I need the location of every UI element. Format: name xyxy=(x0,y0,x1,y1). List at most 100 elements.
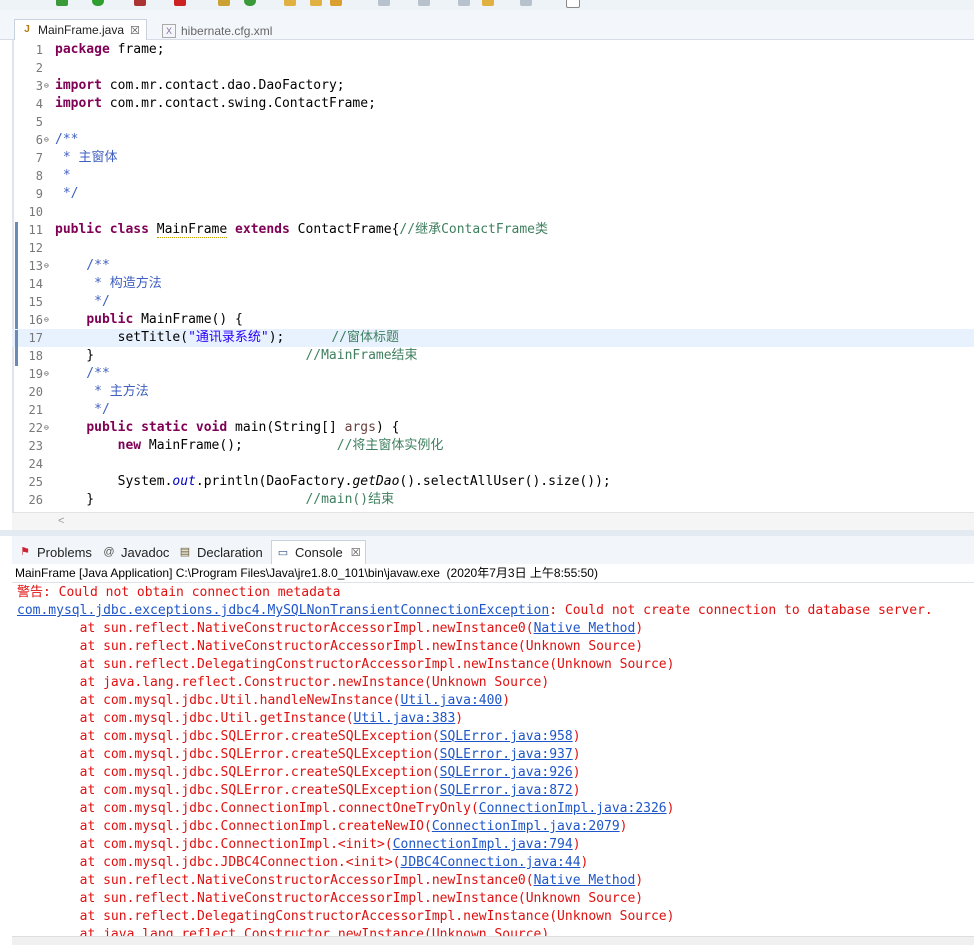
stack-link[interactable]: SQLError.java:937 xyxy=(440,747,573,762)
tab-hibernate-cfg-xml[interactable]: X hibernate.cfg.xml xyxy=(156,19,278,42)
code-line: 24 xyxy=(28,457,43,471)
stack-link[interactable]: ConnectionImpl.java:2079 xyxy=(432,819,620,834)
fold-toggle-icon[interactable]: ⊖ xyxy=(44,311,49,329)
open-type-icon[interactable] xyxy=(284,0,296,6)
console-line: at com.mysql.jdbc.SQLError.createSQLExce… xyxy=(17,747,581,762)
code-line: 25 System.out.println(DaoFactory.getDao(… xyxy=(28,474,611,489)
code-line: 22 ⊖ public static void main(String[] arg… xyxy=(28,419,400,437)
java-file-icon: J xyxy=(24,24,30,35)
fold-toggle-icon[interactable]: ⊖ xyxy=(44,365,49,383)
console-line: 警告: Could not obtain connection metadata xyxy=(17,585,341,600)
code-line: 15 */ xyxy=(12,293,974,312)
console-output[interactable]: MainFrame [Java Application] C:\Program … xyxy=(12,564,974,936)
console-line: at com.mysql.jdbc.Util.getInstance(Util.… xyxy=(17,711,464,726)
back-icon[interactable] xyxy=(458,0,470,6)
code-line: 14 * 构造方法 xyxy=(12,275,974,294)
tab-label: MainFrame.java xyxy=(38,23,125,37)
code-line: 1 package frame; xyxy=(35,42,165,57)
current-code-line: 17 setTitle("通讯录系统"); //窗体标题 xyxy=(12,329,974,348)
code-line: 10 xyxy=(28,205,43,219)
declaration-icon: ▤ xyxy=(179,546,191,558)
exception-link[interactable]: com.mysql.jdbc.exceptions.jdbc4.MySQLNon… xyxy=(17,603,549,618)
stack-link[interactable]: ConnectionImpl.java:794 xyxy=(393,837,573,852)
stack-link[interactable]: SQLError.java:926 xyxy=(440,765,573,780)
console-line: at com.mysql.jdbc.ConnectionImpl.createN… xyxy=(17,819,628,834)
code-line: 4 import com.mr.contact.swing.ContactFram… xyxy=(35,96,376,111)
code-line: 13 ⊖ /** xyxy=(12,257,974,276)
fold-toggle-icon[interactable]: ⊖ xyxy=(44,131,49,149)
annotation-icon[interactable] xyxy=(378,0,390,6)
code-editor[interactable]: 1 package frame; 2 3 ⊖ import com.mr.contac… xyxy=(12,40,974,530)
code-line: 18 } //MainFrame结束 xyxy=(12,347,974,366)
javadoc-icon: @ xyxy=(103,546,115,558)
stack-link[interactable]: Native Method xyxy=(534,621,636,636)
console-icon: ▭ xyxy=(277,546,289,559)
pin-editor-icon[interactable] xyxy=(566,0,580,8)
new-package-icon[interactable] xyxy=(218,0,230,6)
code-line: 8 * xyxy=(35,168,71,183)
code-line: 3 ⊖ import com.mr.contact.dao.DaoFactory; xyxy=(35,77,345,95)
console-line: at com.mysql.jdbc.Util.handleNewInstance… xyxy=(17,693,511,708)
fold-toggle-icon[interactable]: ⊖ xyxy=(44,77,49,95)
tab-label: Problems xyxy=(37,544,92,560)
next-annotation-icon[interactable] xyxy=(418,0,430,6)
tab-mainframe-java[interactable]: J MainFrame.java ☒ xyxy=(14,19,147,40)
code-line: 6 ⊖/** xyxy=(35,131,79,149)
stack-link[interactable]: ConnectionImpl.java:2326 xyxy=(479,801,667,816)
tab-javadoc[interactable]: @ Javadoc xyxy=(98,540,173,564)
console-line: at java.lang.reflect.Constructor.newInst… xyxy=(17,675,550,690)
search-icon[interactable] xyxy=(330,0,342,6)
debug-icon[interactable] xyxy=(56,0,68,6)
scroll-left-icon[interactable]: < xyxy=(58,515,64,527)
forward-icon[interactable] xyxy=(482,0,494,6)
stack-link[interactable]: Util.java:383 xyxy=(354,711,456,726)
run-icon[interactable] xyxy=(92,0,104,6)
console-line: at com.mysql.jdbc.SQLError.createSQLExce… xyxy=(17,783,581,798)
problems-icon: ⚑ xyxy=(20,546,30,558)
history-icon[interactable] xyxy=(520,0,532,6)
code-line: 12 xyxy=(12,239,974,258)
editor-horizontal-scrollbar[interactable]: < xyxy=(12,512,974,531)
tab-console[interactable]: ▭ Console ☒ xyxy=(271,540,366,564)
tab-declaration[interactable]: ▤ Declaration xyxy=(174,540,267,564)
code-line: 9 */ xyxy=(35,186,79,201)
console-line: at sun.reflect.NativeConstructorAccessor… xyxy=(17,639,644,654)
stack-link[interactable]: Util.java:400 xyxy=(401,693,503,708)
console-line: at com.mysql.jdbc.SQLError.createSQLExce… xyxy=(17,765,581,780)
close-icon[interactable]: ☒ xyxy=(351,546,361,559)
console-line: at sun.reflect.NativeConstructorAccessor… xyxy=(17,621,644,636)
tab-label: Declaration xyxy=(197,544,263,560)
xml-file-icon: X xyxy=(162,23,176,38)
console-line: at sun.reflect.DelegatingConstructorAcce… xyxy=(17,657,675,672)
code-line: 20 * 主方法 xyxy=(28,384,149,399)
stack-link[interactable]: JDBC4Connection.java:44 xyxy=(401,855,581,870)
tab-problems[interactable]: ⚑ Problems xyxy=(14,540,96,564)
code-line: 26 } //main()结束 xyxy=(28,492,395,507)
editor-tab-bar: J MainFrame.java ☒ X hibernate.cfg.xml xyxy=(0,10,974,40)
fold-toggle-icon[interactable]: ⊖ xyxy=(44,257,49,275)
code-line: 16 ⊖ public MainFrame() { xyxy=(12,311,974,330)
stack-link[interactable]: SQLError.java:958 xyxy=(440,729,573,744)
console-line: at sun.reflect.NativeConstructorAccessor… xyxy=(17,891,644,906)
console-line: at sun.reflect.NativeConstructorAccessor… xyxy=(17,873,644,888)
divider xyxy=(12,582,974,583)
code-line: 2 xyxy=(35,61,43,75)
stack-link[interactable]: Native Method xyxy=(534,873,636,888)
stop-icon[interactable] xyxy=(174,0,186,6)
code-line: 19 ⊖ /** xyxy=(28,365,110,383)
bottom-panel-tab-bar: ⚑ Problems @ Javadoc ▤ Declaration ▭ Con… xyxy=(12,536,974,565)
code-line: 21 */ xyxy=(28,402,110,417)
stack-link[interactable]: SQLError.java:872 xyxy=(440,783,573,798)
open-task-icon[interactable] xyxy=(310,0,322,6)
tab-label: Console xyxy=(295,545,343,560)
code-line: 23 new MainFrame(); //将主窗体实例化 xyxy=(28,438,444,453)
close-icon[interactable]: ☒ xyxy=(130,24,140,37)
tab-label: hibernate.cfg.xml xyxy=(181,23,273,38)
console-line: at java.lang.reflect.Constructor.newInst… xyxy=(17,927,550,936)
external-tools-icon[interactable] xyxy=(134,0,146,6)
tab-label: Javadoc xyxy=(121,544,170,560)
fold-toggle-icon[interactable]: ⊖ xyxy=(44,419,49,437)
code-line: 11 public class MainFrame extends Contact… xyxy=(12,221,974,240)
new-class-icon[interactable] xyxy=(244,0,256,6)
console-line: at com.mysql.jdbc.ConnectionImpl.<init>(… xyxy=(17,837,581,852)
